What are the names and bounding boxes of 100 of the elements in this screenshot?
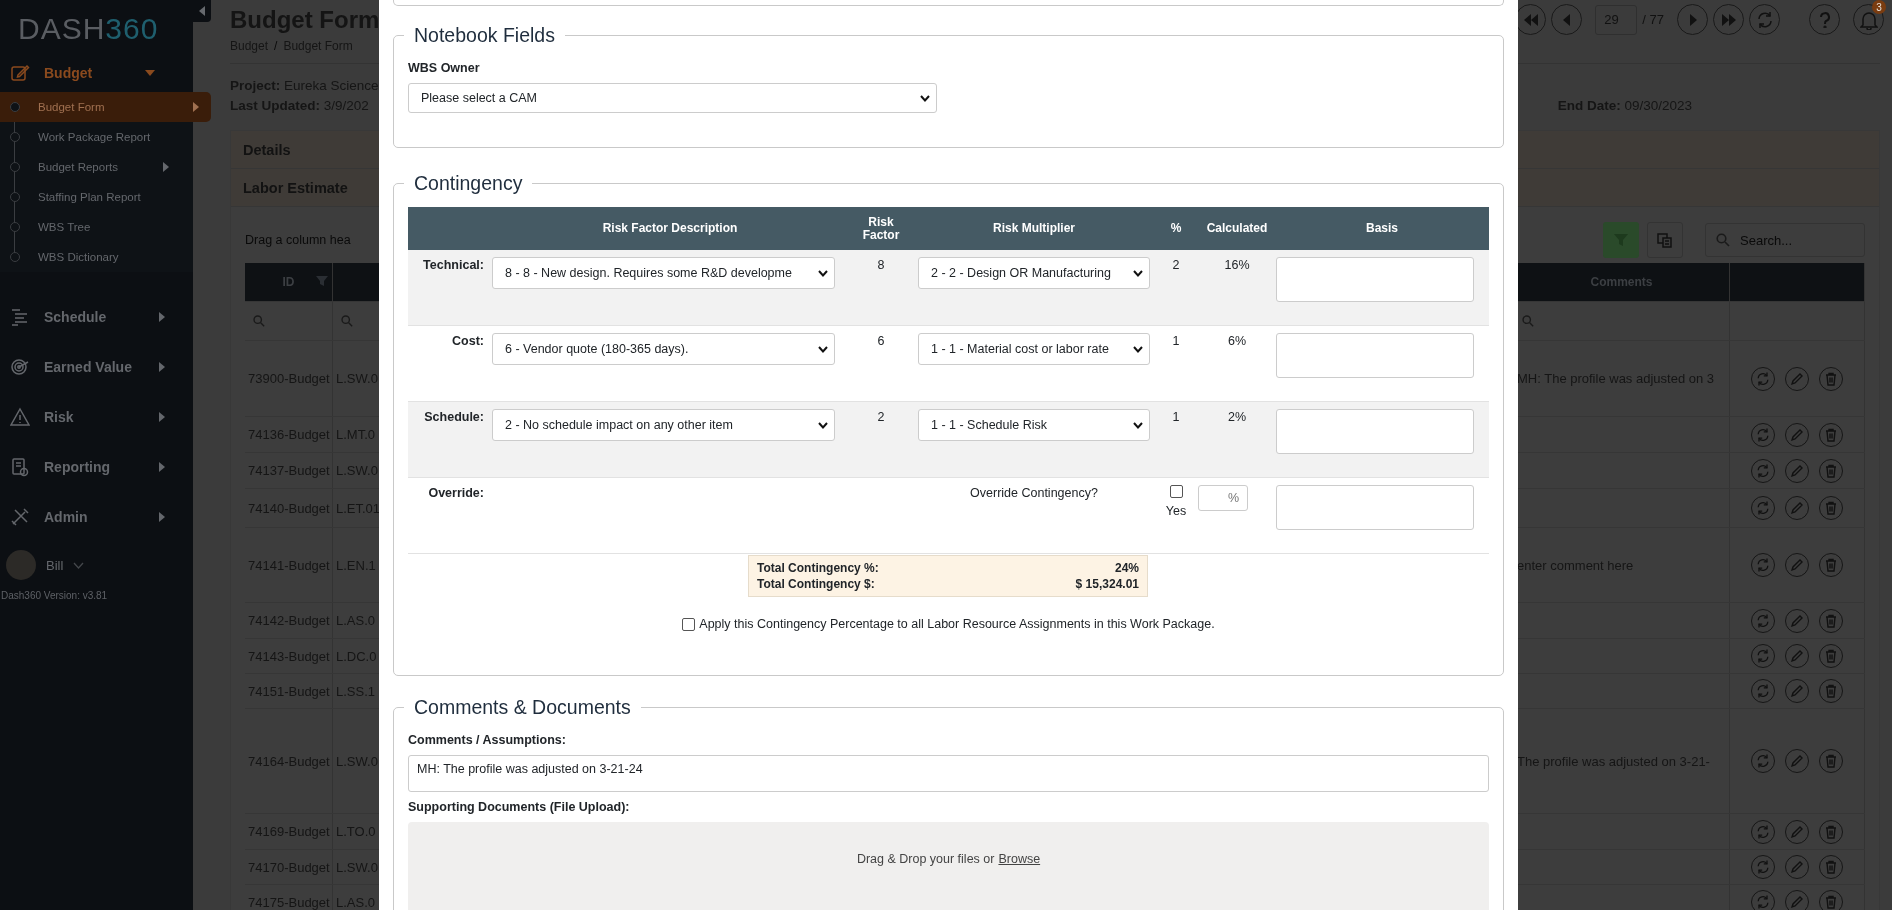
wbs-owner-dropdown[interactable]: Please select a CAM (408, 83, 937, 113)
row-label: Override: (427, 485, 485, 500)
user-menu[interactable]: Bill (46, 557, 64, 573)
trash-icon (1824, 824, 1838, 839)
nav-item[interactable]: Schedule (0, 292, 193, 342)
field-label: Comments / Assumptions: (408, 733, 567, 747)
caret-right-icon (163, 162, 169, 172)
refresh-icon (1755, 500, 1771, 516)
question-mark-icon (1818, 11, 1831, 28)
caret-right-icon (159, 512, 165, 522)
section-legend: Contingency (404, 172, 533, 195)
submenu-item[interactable]: WBS Tree (0, 212, 183, 242)
basis-field[interactable] (1276, 257, 1474, 302)
basis-field[interactable] (1276, 485, 1474, 530)
risk-factor-dropdown[interactable]: 8 - 8 - New design. Requires some R&D developme (492, 257, 835, 289)
nav-item[interactable]: Reporting (0, 442, 193, 492)
calculated-value: 16% (1223, 257, 1251, 272)
caret-right-icon (159, 362, 165, 372)
calculated-value: 2% (1226, 409, 1248, 424)
pencil-icon (1790, 649, 1804, 663)
refresh-icon (1755, 370, 1771, 387)
chevron-down-icon (818, 345, 828, 353)
trash-icon (1824, 371, 1838, 386)
submenu-item[interactable]: Staffing Plan Report (0, 182, 183, 212)
drop-zone-text: Drag & Drop your files or (856, 852, 995, 866)
search-icon (341, 315, 353, 327)
nav-item[interactable]: Risk (0, 392, 193, 442)
refresh-icon (1755, 894, 1771, 910)
nav-item[interactable]: Budget (0, 54, 193, 92)
search-icon (1716, 233, 1730, 247)
chevron-down-icon (818, 421, 828, 429)
field-label: WBS Owner (408, 61, 481, 75)
calculated-value: 6% (1226, 333, 1248, 348)
search-icon (253, 315, 265, 327)
column-chooser-button[interactable] (1647, 222, 1683, 258)
collapse-sidebar-button[interactable] (193, 0, 211, 22)
risk-factor-dropdown[interactable]: 6 - Vendor quote (180-365 days). (492, 333, 835, 365)
chevron-down-icon (1133, 345, 1143, 353)
risk-multiplier-dropdown[interactable]: 1 - 1 - Material cost or labor rate (918, 333, 1150, 365)
checkbox-label: Yes (1165, 504, 1187, 518)
comments-field[interactable]: MH: The profile was adjusted on 3-21-24 (408, 755, 1489, 792)
apply-checkbox[interactable] (682, 617, 696, 631)
refresh-icon (1755, 753, 1771, 769)
risk-multiplier-dropdown[interactable]: 2 - 2 - Design OR Manufacturing (918, 257, 1150, 289)
double-right-icon (1720, 13, 1737, 26)
column-header: Calculated (1205, 222, 1269, 235)
target-icon (10, 357, 30, 377)
submenu-item[interactable]: Budget Reports (0, 152, 183, 182)
submenu-item[interactable]: Budget Form (0, 92, 211, 122)
refresh-icon (1755, 683, 1771, 699)
percent-value: 1 (1171, 409, 1181, 424)
breadcrumb-separator: / (274, 39, 278, 53)
refresh-icon (1755, 462, 1771, 479)
column-header: Basis (1365, 222, 1399, 235)
nav-item[interactable]: Admin (0, 492, 193, 542)
submenu-item[interactable]: Work Package Report (0, 122, 183, 152)
pencil-icon (1790, 427, 1804, 442)
trash-icon (1824, 754, 1838, 768)
total-label: Total Contingency $: (757, 576, 875, 592)
trash-icon (1824, 860, 1838, 874)
risk-factor-value: 8 (876, 257, 886, 272)
total-label: Total Contingency %: (757, 560, 879, 576)
caret-left-icon (1561, 13, 1572, 26)
browse-link[interactable]: Browse (998, 852, 1041, 866)
filter-button[interactable] (1603, 222, 1639, 258)
override-checkbox[interactable] (1169, 485, 1183, 498)
column-header: Risk Multiplier (992, 222, 1076, 235)
risk-factor-value: 6 (876, 333, 886, 348)
chevron-down-icon (1133, 421, 1143, 429)
caret-right-icon (159, 412, 165, 422)
row-label: Technical: (422, 257, 485, 272)
chevron-down-icon (1133, 269, 1143, 277)
nav-item[interactable]: Earned Value (0, 342, 193, 392)
total-value: $ 15,324.01 (1075, 576, 1139, 592)
trash-icon (1824, 558, 1838, 572)
file-drop-zone[interactable]: Drag & Drop your files or Browse (408, 822, 1489, 910)
trash-icon (1824, 649, 1838, 663)
section-legend: Notebook Fields (404, 24, 565, 47)
column-header: % (1169, 222, 1183, 235)
basis-field[interactable] (1276, 409, 1474, 454)
filter-icon[interactable] (316, 275, 328, 287)
clipboard-icon (10, 457, 30, 477)
refresh-icon (1755, 648, 1771, 664)
list-icon (10, 307, 30, 327)
basis-field[interactable] (1276, 333, 1474, 378)
trash-icon (1824, 684, 1838, 698)
override-percent-field[interactable]: % (1198, 485, 1248, 511)
double-left-icon (1522, 13, 1539, 26)
row-label: Cost: (451, 333, 485, 348)
refresh-icon (1755, 823, 1771, 840)
percent-value: 2 (1171, 257, 1181, 272)
risk-factor-dropdown[interactable]: 2 - No schedule impact on any other item (492, 409, 835, 441)
trash-icon (1824, 501, 1838, 515)
chevron-down-icon (920, 94, 930, 102)
submenu-item[interactable]: WBS Dictionary (0, 242, 183, 272)
checkbox-label: Apply this Contingency Percentage to all Labor Resource Assignments in this Work Package. (699, 617, 1215, 631)
trash-icon (1824, 895, 1838, 909)
bullet-icon (10, 102, 20, 112)
risk-multiplier-dropdown[interactable]: 1 - 1 - Schedule Risk (918, 409, 1150, 441)
pencil-icon (1790, 895, 1804, 909)
